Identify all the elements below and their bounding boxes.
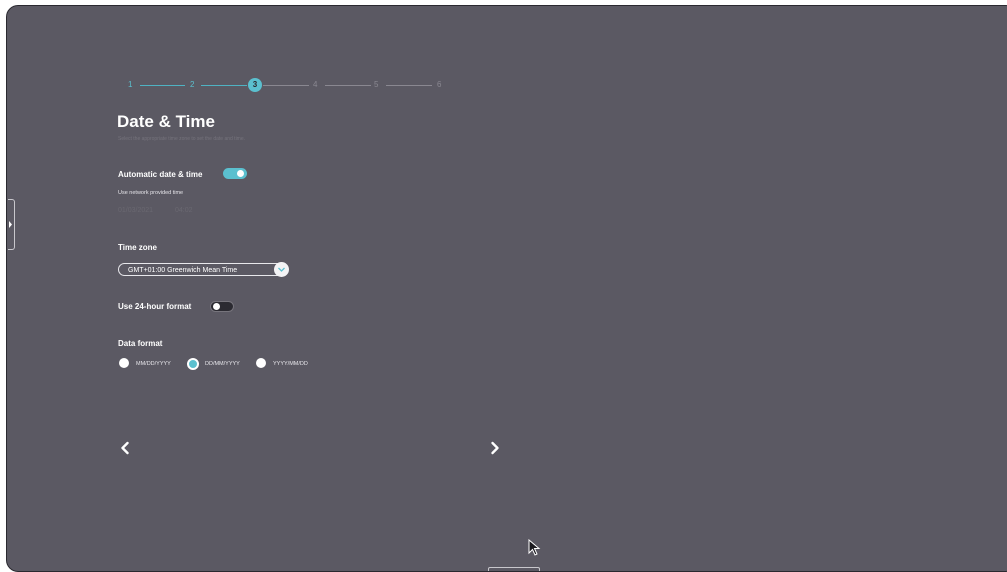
step-6[interactable]: 6 xyxy=(437,80,441,90)
page-title: Date & Time xyxy=(117,112,215,131)
time-zone-label: Time zone xyxy=(118,243,157,252)
step-2[interactable]: 2 xyxy=(190,80,194,90)
time-value: 04:02 xyxy=(175,207,193,214)
automatic-date-time-label: Automatic date & time xyxy=(118,170,203,179)
toggle-knob xyxy=(237,170,244,177)
next-button[interactable] xyxy=(489,440,501,461)
network-time-hint: Use network provided time xyxy=(118,190,184,196)
date-value: 01/03/2021 xyxy=(118,207,154,214)
toggle-knob xyxy=(213,303,220,310)
step-4[interactable]: 4 xyxy=(313,80,317,90)
radio-dd-mm-yyyy[interactable] xyxy=(187,358,199,370)
side-arrow-icon xyxy=(9,221,12,228)
step-5[interactable]: 5 xyxy=(374,80,378,90)
chevron-left-icon xyxy=(121,441,129,455)
radio-label: DD/MM/YYYY xyxy=(205,361,240,367)
side-panel-handle[interactable] xyxy=(8,199,15,250)
use-24-hour-label: Use 24-hour format xyxy=(118,302,192,311)
time-zone-dropdown-button[interactable] xyxy=(274,262,289,277)
page-subtitle: Select the appropriate time zone to set … xyxy=(118,136,246,142)
step-connector xyxy=(263,85,309,86)
chevron-right-icon xyxy=(491,441,499,455)
step-connector xyxy=(325,85,371,86)
step-connector xyxy=(140,85,185,86)
previous-button[interactable] xyxy=(119,440,131,461)
automatic-date-time-toggle[interactable] xyxy=(223,168,247,179)
step-1[interactable]: 1 xyxy=(128,80,132,90)
radio-yyyy-mm-dd[interactable] xyxy=(256,358,266,368)
step-3-active[interactable]: 3 xyxy=(248,78,262,92)
radio-label: YYYY/MM/DD xyxy=(273,361,308,367)
time-zone-select[interactable]: GMT+01:00 Greenwich Mean Time xyxy=(118,263,288,276)
chevron-down-icon xyxy=(278,267,285,272)
step-connector xyxy=(386,85,432,86)
step-connector xyxy=(201,85,247,86)
data-format-label: Data format xyxy=(118,339,163,348)
radio-label: MM/DD/YYYY xyxy=(136,361,171,367)
bottom-panel-handle[interactable] xyxy=(488,567,540,571)
mouse-pointer-icon xyxy=(528,538,541,556)
device-screen: 1 2 3 4 5 6 Date & Time Select the appro… xyxy=(6,5,1007,572)
mouse-cursor xyxy=(528,538,542,562)
radio-mm-dd-yyyy[interactable] xyxy=(119,358,129,368)
use-24-hour-toggle[interactable] xyxy=(210,301,234,312)
